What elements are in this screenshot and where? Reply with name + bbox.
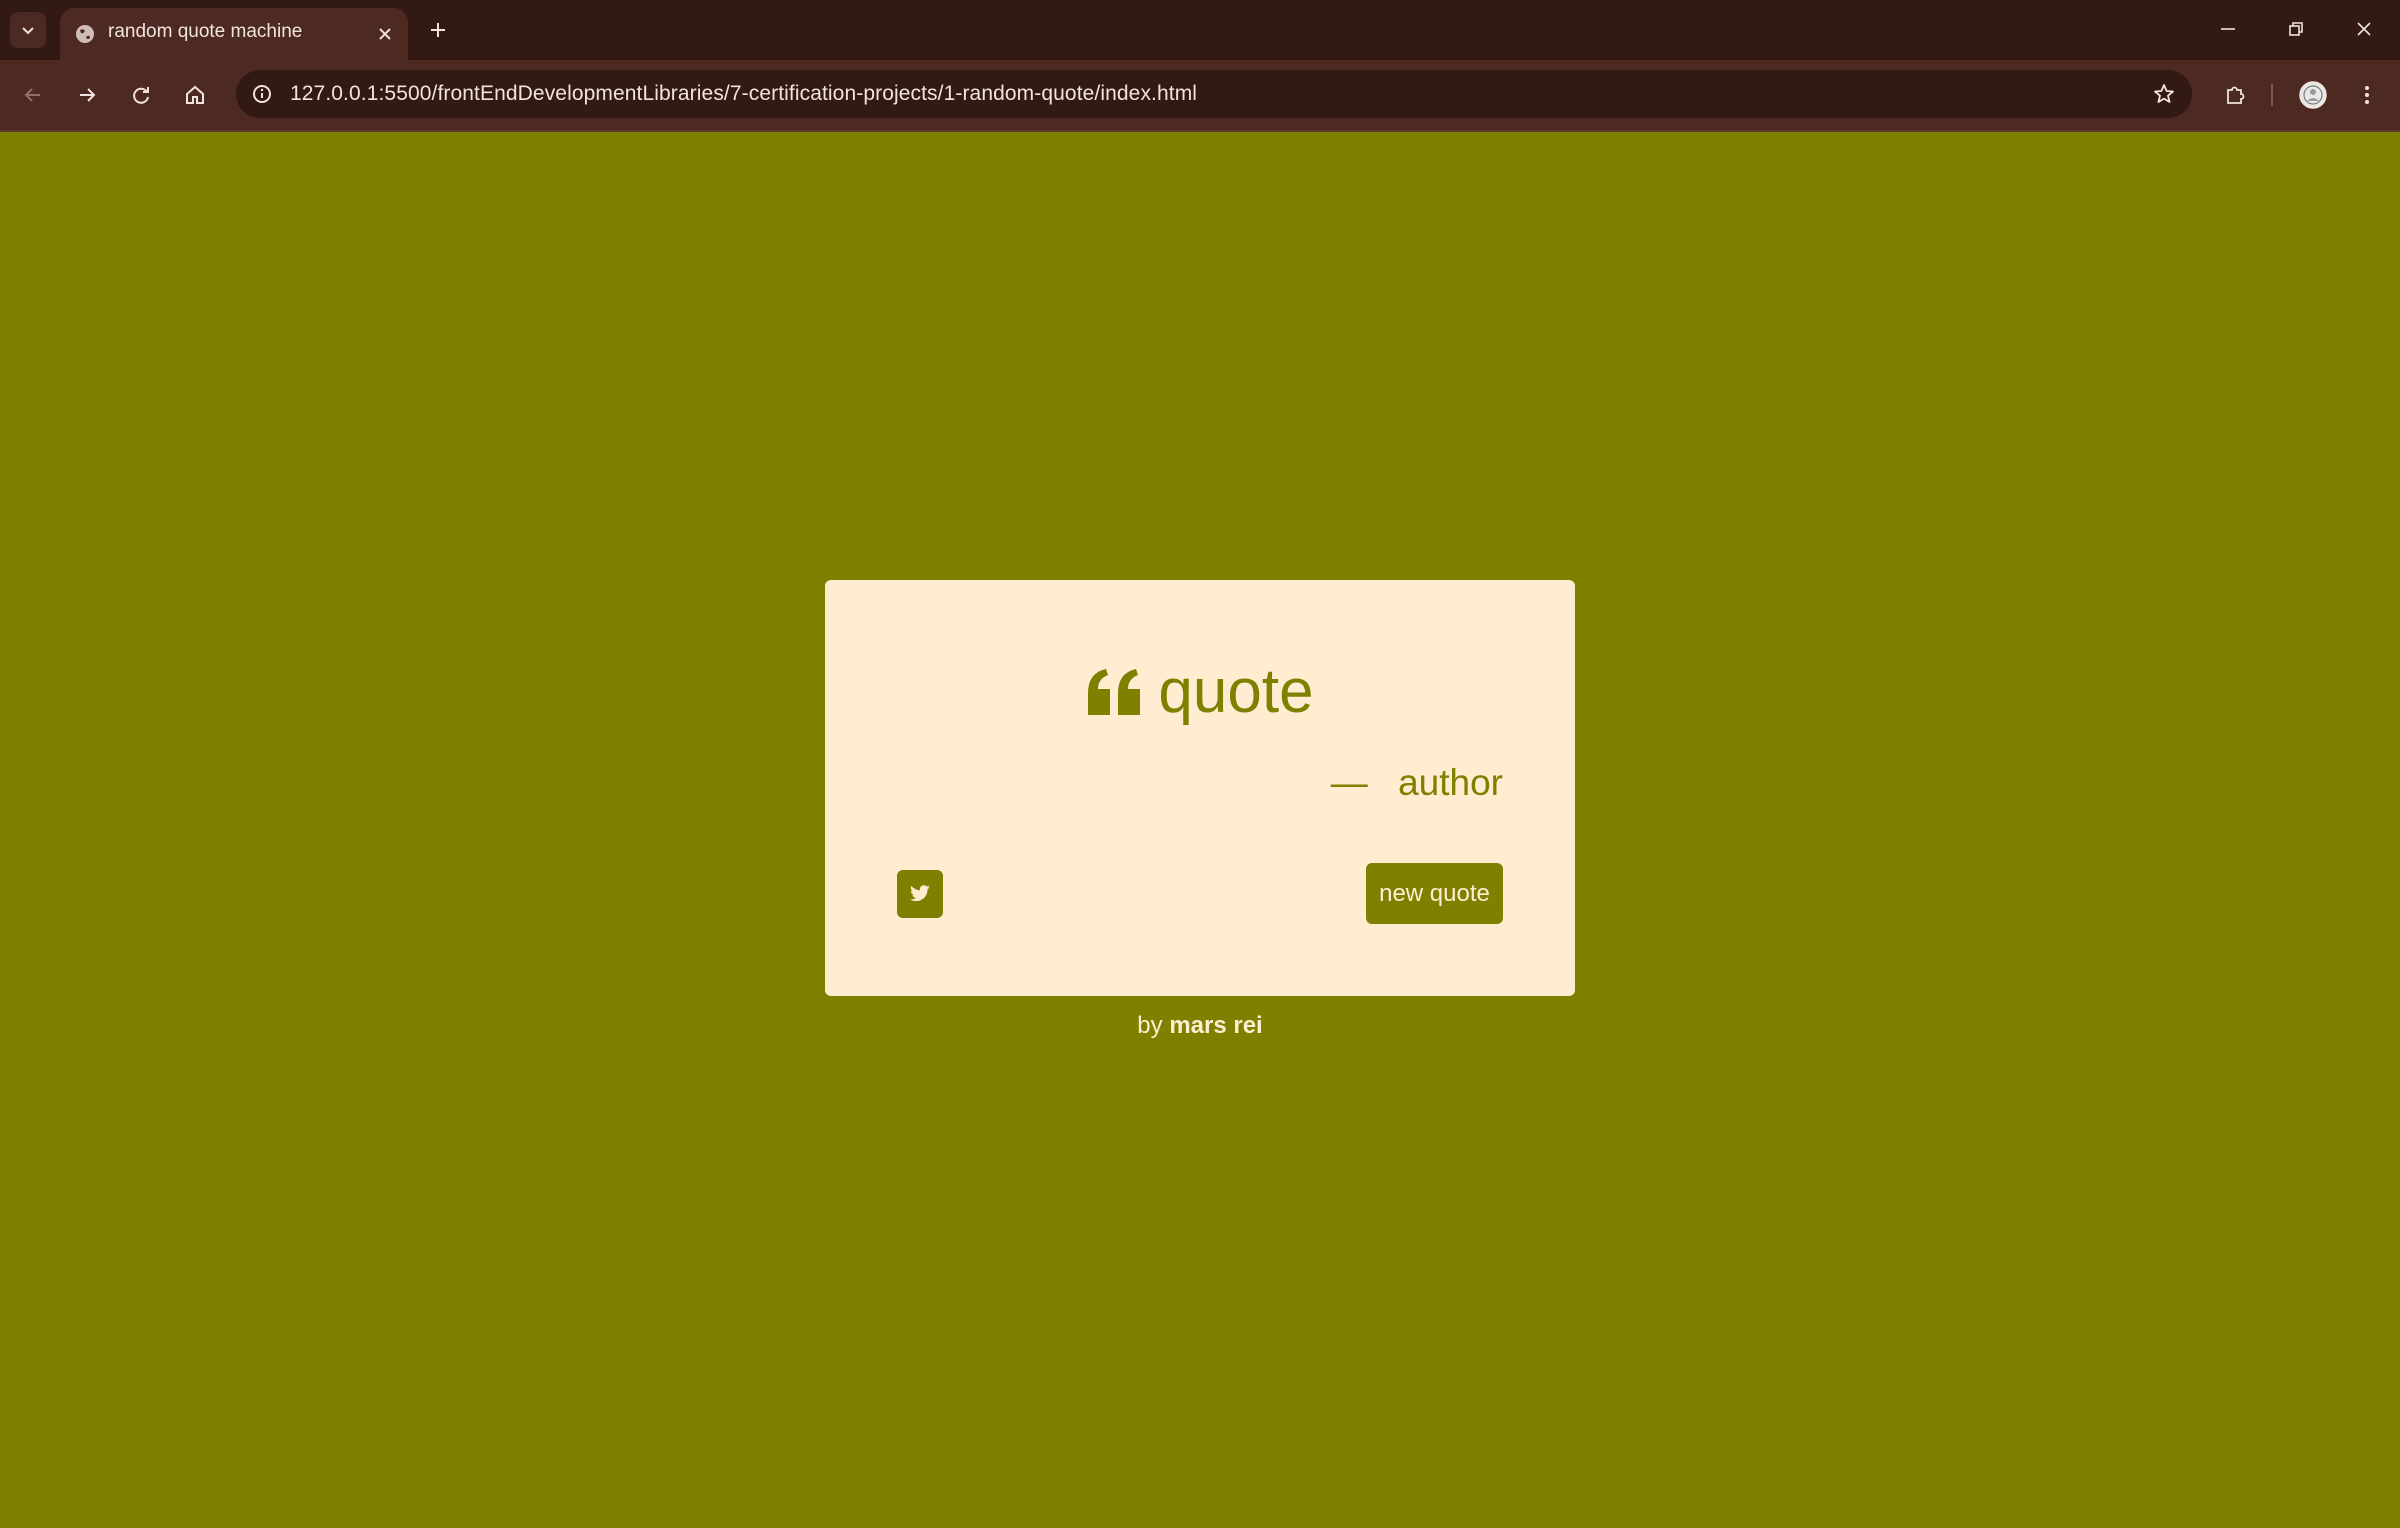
url-text[interactable]: 127.0.0.1:5500/frontEndDevelopmentLibrar… bbox=[290, 82, 1197, 106]
restore-icon bbox=[2289, 22, 2303, 36]
credit-line: by mars rei bbox=[0, 1012, 2400, 1040]
minimize-button[interactable] bbox=[2194, 0, 2262, 58]
credit-author-name: mars rei bbox=[1169, 1012, 1263, 1039]
restore-button[interactable] bbox=[2262, 0, 2330, 58]
forward-button[interactable] bbox=[68, 76, 106, 114]
chevron-down-icon bbox=[22, 27, 34, 35]
close-icon bbox=[2357, 22, 2371, 36]
plus-icon bbox=[431, 23, 445, 37]
author-dash: — bbox=[1330, 762, 1368, 803]
quote-left-icon bbox=[1086, 667, 1144, 717]
close-window-button[interactable] bbox=[2330, 0, 2398, 58]
back-button[interactable] bbox=[14, 76, 52, 114]
browser-menu-button[interactable] bbox=[2348, 76, 2386, 114]
active-tab[interactable]: random quote machine bbox=[60, 8, 408, 60]
credit-prefix: by bbox=[1137, 1012, 1163, 1039]
quote-box: quote — author new quote bbox=[825, 580, 1575, 996]
close-icon[interactable] bbox=[372, 21, 398, 47]
author-name: author bbox=[1398, 762, 1503, 803]
quote-block: quote bbox=[825, 656, 1575, 727]
tab-search-button[interactable] bbox=[10, 12, 46, 48]
home-button[interactable] bbox=[176, 76, 214, 114]
globe-icon bbox=[72, 21, 98, 47]
home-icon bbox=[186, 85, 204, 104]
twitter-icon bbox=[909, 885, 931, 902]
profile-button[interactable] bbox=[2294, 76, 2332, 114]
tab-strip: random quote machine bbox=[0, 0, 2400, 60]
toolbar-divider bbox=[2271, 84, 2273, 106]
tweet-quote-button[interactable] bbox=[897, 870, 943, 918]
arrow-left-icon bbox=[24, 88, 40, 102]
reload-button[interactable] bbox=[122, 76, 160, 114]
address-bar[interactable]: 127.0.0.1:5500/frontEndDevelopmentLibrar… bbox=[236, 70, 2192, 118]
new-tab-button[interactable] bbox=[420, 12, 456, 48]
quote-text: quote bbox=[1158, 657, 1314, 726]
arrow-right-icon bbox=[80, 88, 96, 102]
avatar-icon bbox=[2299, 81, 2327, 109]
reload-icon bbox=[133, 87, 149, 104]
info-icon[interactable] bbox=[246, 78, 278, 110]
extensions-button[interactable] bbox=[2216, 76, 2254, 114]
browser-toolbar: 127.0.0.1:5500/frontEndDevelopmentLibrar… bbox=[0, 60, 2400, 132]
author: — author bbox=[1331, 762, 1503, 804]
puzzle-icon bbox=[2227, 86, 2245, 104]
minimize-icon bbox=[2221, 28, 2235, 30]
star-icon[interactable] bbox=[2148, 78, 2180, 110]
kebab-menu-icon bbox=[2365, 86, 2369, 104]
tab-title: random quote machine bbox=[108, 21, 303, 42]
new-quote-button[interactable]: new quote bbox=[1366, 863, 1503, 924]
